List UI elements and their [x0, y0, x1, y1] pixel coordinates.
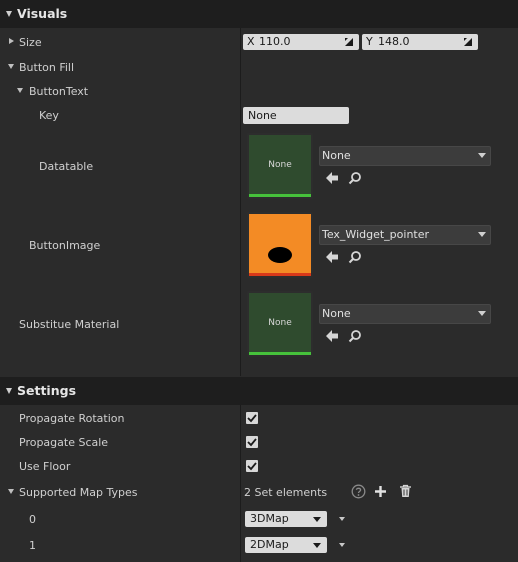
pointer-dot-image — [268, 247, 292, 263]
visuals-header-label: Visuals — [17, 6, 68, 21]
size-y-value: 148.0 — [378, 35, 410, 48]
use-selected-arrow-icon[interactable] — [325, 250, 339, 264]
collapse-arrow-icon[interactable] — [6, 388, 12, 394]
drag-handle-icon[interactable] — [464, 38, 472, 46]
column-divider[interactable] — [240, 28, 241, 376]
collapse-arrow-icon[interactable] — [17, 88, 23, 93]
thumbnail-bar — [249, 194, 311, 197]
button-text-label: ButtonText — [29, 85, 89, 98]
column-divider[interactable] — [240, 405, 241, 562]
map-type-select[interactable]: 3DMap — [245, 511, 327, 527]
element-options-dropdown-icon[interactable] — [339, 543, 345, 547]
chevron-down-icon[interactable] — [478, 311, 486, 316]
propagate-scale-checkbox[interactable] — [246, 436, 258, 448]
substitute-material-thumbnail[interactable]: None — [247, 291, 313, 357]
datatable-thumbnail[interactable]: None — [247, 133, 313, 199]
map-type-value: 2DMap — [250, 538, 289, 551]
substitute-material-label: Substitue Material — [19, 318, 120, 331]
browse-search-icon[interactable] — [348, 250, 362, 264]
use-floor-label: Use Floor — [19, 460, 71, 473]
datatable-thumb-caption: None — [268, 160, 292, 170]
datatable-combo-value: None — [322, 149, 351, 162]
checkmark-icon — [247, 414, 257, 423]
size-y-field[interactable]: Y 148.0 — [362, 34, 478, 50]
propagate-scale-label: Propagate Scale — [19, 436, 109, 449]
thumbnail-bar — [249, 352, 311, 355]
map-item-index: 0 — [29, 513, 36, 526]
checkmark-icon — [247, 462, 257, 471]
map-item-index: 1 — [29, 539, 36, 552]
chevron-down-icon[interactable] — [478, 153, 486, 158]
browse-search-icon[interactable] — [348, 329, 362, 343]
thumbnail-bar — [249, 273, 311, 276]
datatable-label: Datatable — [39, 160, 94, 173]
size-x-field[interactable]: X 110.0 — [243, 34, 359, 50]
use-floor-checkbox[interactable] — [246, 460, 258, 472]
collapse-arrow-icon[interactable] — [8, 64, 14, 69]
chevron-down-icon[interactable] — [313, 517, 321, 522]
substitute-thumb-caption: None — [268, 318, 292, 328]
substitute-material-combo[interactable]: None — [319, 304, 491, 324]
settings-header-label: Settings — [17, 383, 77, 398]
set-element-count: 2 Set elements — [244, 486, 328, 499]
map-type-value: 3DMap — [250, 512, 289, 525]
checkmark-icon — [247, 438, 257, 447]
size-x-value: 110.0 — [259, 35, 291, 48]
y-axis-label: Y — [366, 35, 373, 48]
collapse-arrow-icon[interactable] — [8, 489, 14, 494]
supported-map-types-label: Supported Map Types — [19, 486, 138, 499]
button-image-label: ButtonImage — [29, 239, 101, 252]
substitute-combo-value: None — [322, 307, 351, 320]
key-input[interactable]: None — [243, 107, 349, 124]
chevron-down-icon[interactable] — [478, 232, 486, 237]
button-fill-label: Button Fill — [19, 61, 75, 74]
chevron-down-icon[interactable] — [313, 543, 321, 548]
settings-section-header[interactable]: Settings — [0, 377, 518, 405]
x-axis-label: X — [247, 35, 255, 48]
button-image-thumbnail[interactable] — [247, 212, 313, 278]
drag-handle-icon[interactable] — [345, 38, 353, 46]
map-type-select[interactable]: 2DMap — [245, 537, 327, 553]
key-value: None — [248, 109, 277, 122]
help-icon[interactable] — [351, 484, 366, 499]
thumbnail-fill — [249, 214, 311, 276]
button-image-combo[interactable]: Tex_Widget_pointer — [319, 225, 491, 245]
use-selected-arrow-icon[interactable] — [325, 171, 339, 185]
use-selected-arrow-icon[interactable] — [325, 329, 339, 343]
propagate-rotation-label: Propagate Rotation — [19, 412, 125, 425]
add-element-icon[interactable] — [374, 485, 387, 498]
element-options-dropdown-icon[interactable] — [339, 517, 345, 521]
expand-arrow-icon[interactable] — [9, 38, 14, 44]
collapse-arrow-icon[interactable] — [6, 11, 12, 17]
propagate-rotation-checkbox[interactable] — [246, 412, 258, 424]
delete-all-icon[interactable] — [399, 484, 412, 498]
visuals-section-header[interactable]: Visuals — [0, 0, 518, 28]
browse-search-icon[interactable] — [348, 171, 362, 185]
key-label: Key — [39, 109, 59, 122]
button-image-combo-value: Tex_Widget_pointer — [322, 228, 430, 241]
datatable-combo[interactable]: None — [319, 146, 491, 166]
size-label: Size — [19, 36, 42, 49]
